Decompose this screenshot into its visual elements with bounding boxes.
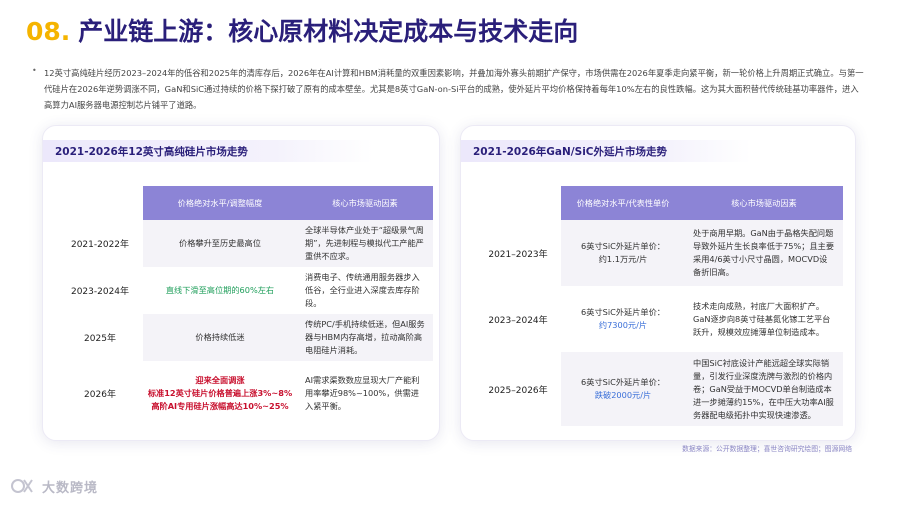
- card-title: 2021-2026年12英寸高纯硅片市场走势: [43, 140, 373, 162]
- intro-paragraph: 12英寸高纯硅片经历2023–2024年的低谷和2025年的清库存后，2026年…: [44, 68, 864, 110]
- table-corner: [475, 186, 561, 220]
- value-amount: 约1.1万元/片: [598, 254, 648, 264]
- card-title: 2021-2026年GaN/SiC外延片市场走势: [461, 140, 751, 162]
- year-cell: 2025–2026年: [488, 385, 548, 396]
- column-header: 核心市场驱动因素: [685, 186, 843, 220]
- silicon-wafer-card: 2021-2026年12英寸高纯硅片市场走势 价格绝对水平/调整幅度 核心市场驱…: [42, 125, 440, 441]
- value-label: 6英寸SiC外延片单价：: [581, 241, 665, 251]
- driver-cell: 技术走向成熟，衬底厂大面积扩产。GaN逐步向8英寸硅基氮化镓工艺平台跃升，规模效…: [685, 286, 843, 352]
- year-cell: 2025年: [84, 334, 116, 344]
- value-cell: 价格持续低迷: [143, 314, 297, 361]
- column-header: 核心市场驱动因素: [297, 186, 433, 220]
- logo-text: 大数跨境: [42, 480, 99, 496]
- table-row: 2021–2023年 6英寸SiC外延片单价： 约1.1万元/片 处于商用早期。…: [475, 220, 843, 286]
- year-cell: 2026年: [84, 389, 116, 400]
- driver-cell: 传统PC/手机持续低迷，但AI服务器与HBM内存高增，拉动高阶高电阻硅片消耗。: [297, 314, 433, 361]
- column-header: 价格绝对水平/代表性单价: [561, 186, 685, 220]
- table-row: 2021-2022年 价格攀升至历史最高位 全球半导体产业处于“超级景气周期”，…: [57, 220, 433, 267]
- watermark-logo: 大数跨境: [10, 476, 98, 496]
- table-row: 2023-2024年 直线下滑至高位期的60%左右 消费电子、传统通用服务器步入…: [57, 267, 433, 314]
- driver-cell: AI需求渠数数应显现大厂产能利用率攀近98%~100%，供需进入紧平衡。: [297, 361, 433, 425]
- table-row: 2025–2026年 6英寸SiC外延片单价： 跌破2000元/片 中国SiC衬…: [475, 352, 843, 426]
- table-row: 2023–2024年 6英寸SiC外延片单价： 约7300元/片 技术走向成熟，…: [475, 286, 843, 352]
- value-cell: 6英寸SiC外延片单价： 跌破2000元/片: [561, 352, 685, 426]
- table-row: 2025年 价格持续低迷 传统PC/手机持续低迷，但AI服务器与HBM内存高增，…: [57, 314, 433, 361]
- table-row: 2026年 迎来全面调涨 标准12英寸硅片价格普遍上涨3%~8% 高阶AI专用硅…: [57, 361, 433, 425]
- gan-sic-card: 2021-2026年GaN/SiC外延片市场走势 价格绝对水平/代表性单价 核心…: [460, 125, 856, 441]
- value-cell: 价格攀升至历史最高位: [143, 220, 297, 267]
- gan-sic-table: 价格绝对水平/代表性单价 核心市场驱动因素 2021–2023年 6英寸SiC外…: [475, 186, 843, 426]
- column-header: 价格绝对水平/调整幅度: [143, 186, 297, 220]
- driver-cell: 处于商用早期。GaN由于晶格失配问题导致外延片生长良率低于75%；且主要采用4/…: [685, 220, 843, 286]
- year-cell: 2021–2023年: [488, 249, 548, 260]
- page-title: 08. 产业链上游：核心原材料决定成本与技术走向: [26, 12, 578, 48]
- driver-cell: 全球半导体产业处于“超级景气周期”，先进制程与模拟代工产能严重供不应求。: [297, 220, 433, 267]
- year-cell: 2023–2024年: [488, 315, 548, 326]
- silicon-wafer-table: 价格绝对水平/调整幅度 核心市场驱动因素 2021-2022年 价格攀升至历史最…: [57, 186, 433, 425]
- year-cell: 2023-2024年: [70, 287, 130, 297]
- data-source-note: 数据来源：公开数据整理；喜世咨询研究绘图；图源网络: [682, 445, 852, 453]
- driver-cell: 消费电子、传统通用服务器步入低谷，全行业进入深度去库存阶段。: [297, 267, 433, 314]
- table-corner: [57, 186, 143, 220]
- value-cell: 6英寸SiC外延片单价： 约1.1万元/片: [561, 220, 685, 286]
- section-number: 08.: [26, 17, 71, 46]
- bullet-icon: •: [32, 66, 37, 75]
- value-line: 标准12英寸硅片价格普遍上涨3%~8%: [147, 387, 293, 398]
- value-label: 6英寸SiC外延片单价：: [581, 307, 665, 317]
- logo-icon: [10, 476, 36, 496]
- value-amount: 约7300元/片: [598, 320, 648, 330]
- value-amount: 跌破2000元/片: [594, 390, 652, 400]
- year-cell: 2021-2022年: [70, 240, 130, 250]
- value-cell: 直线下滑至高位期的60%左右: [143, 267, 297, 314]
- title-text: 产业链上游：核心原材料决定成本与技术走向: [78, 17, 579, 46]
- value-cell: 迎来全面调涨 标准12英寸硅片价格普遍上涨3%~8% 高阶AI专用硅片涨幅高达1…: [143, 361, 297, 425]
- value-label: 6英寸SiC外延片单价：: [581, 377, 665, 387]
- driver-cell: 中国SiC衬底设计产能远超全球实际销量，引发行业深度洗牌与激烈的价格内卷；GaN…: [685, 352, 843, 426]
- value-line: 迎来全面调涨: [195, 374, 245, 385]
- value-cell: 6英寸SiC外延片单价： 约7300元/片: [561, 286, 685, 352]
- value-line: 高阶AI专用硅片涨幅高达10%~25%: [151, 400, 289, 411]
